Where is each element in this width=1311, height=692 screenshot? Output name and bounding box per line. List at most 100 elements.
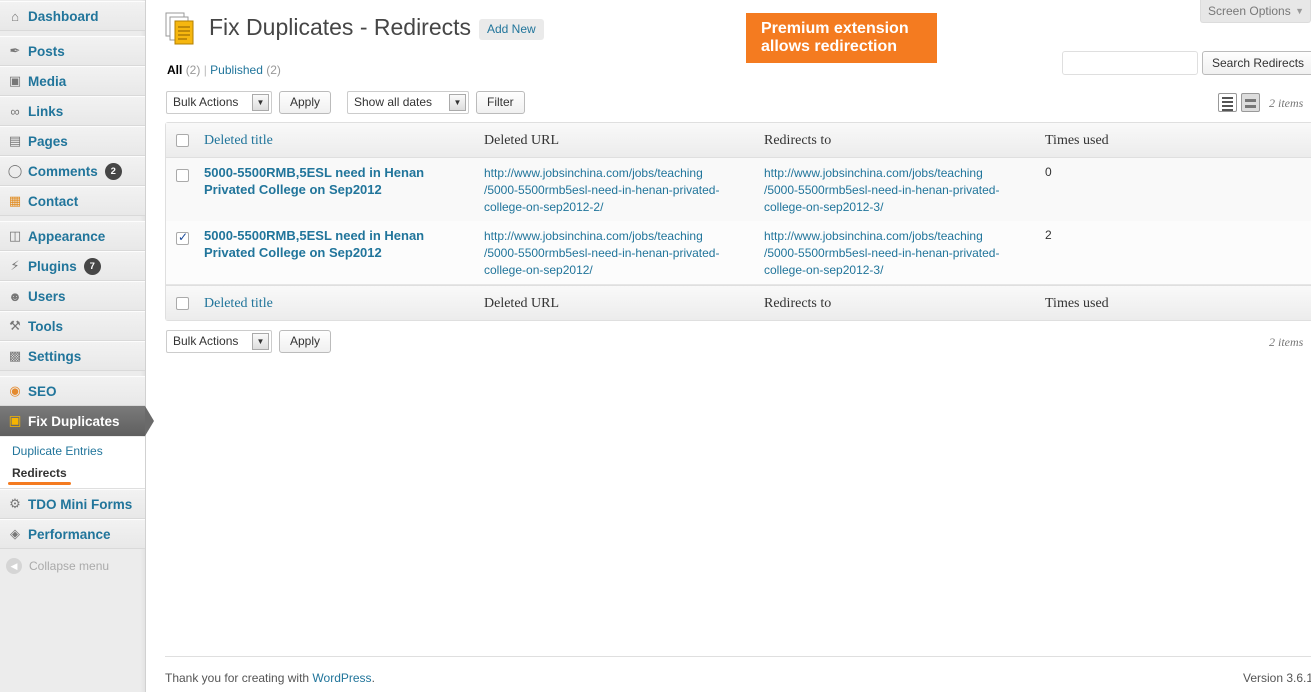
url-line: /5000-5500rmb5esl-need-in-henan-privated… [484,246,720,260]
column-header-redirects-to: Redirects to [764,133,832,148]
menu-item-label: Pages [28,133,68,149]
footer-divider [165,656,1311,657]
menu-item-links[interactable]: ∞ Links [0,96,145,126]
performance-icon: ◈ [10,526,20,541]
row-title-link[interactable]: 5000-5500RMB,5ESL need in Henan Privated… [204,227,454,261]
menu-item-label: Fix Duplicates [28,413,120,429]
menu-item-tools[interactable]: ⚒ Tools [0,311,145,341]
filter-button[interactable]: Filter [476,91,525,114]
menu-item-label: Users [28,288,66,304]
url-line: college-on-sep2012-2/ [484,200,604,214]
promo-line-1: Premium extension [761,20,909,37]
filter-published[interactable]: Published [210,63,263,77]
search-input[interactable] [1062,51,1198,75]
gear-icon: ⚙ [9,496,21,511]
footer-thanks-text: Thank you for creating with [165,671,310,685]
excerpt-view-icon[interactable] [1241,93,1260,112]
chevron-down-icon: ▼ [449,94,466,111]
column-header-deleted-title[interactable]: Deleted title [204,133,273,149]
row-title-line: 5000-5500RMB,5ESL need in Henan [204,165,425,180]
column-header-deleted-url: Deleted URL [484,133,560,148]
times-used-value: 0 [1045,165,1052,179]
url-line: college-on-sep2012-3/ [764,200,884,214]
menu-item-label: SEO [28,383,57,399]
menu-item-tdo-mini-forms[interactable]: ⚙ TDO Mini Forms [0,489,145,519]
deleted-url-link[interactable]: http://www.jobsinchina.com/jobs/teaching… [484,165,744,216]
pages-icon: ▤ [8,133,22,148]
menu-item-posts[interactable]: ✒ Posts [0,36,145,66]
row-title-link[interactable]: 5000-5500RMB,5ESL need in Henan Privated… [204,164,454,198]
table-row: 5000-5500RMB,5ESL need in Henan Privated… [166,221,1311,285]
bulk-actions-value: Bulk Actions [173,334,239,348]
search-redirects-button[interactable]: Search Redirects [1202,51,1311,75]
add-new-button[interactable]: Add New [479,19,544,40]
menu-item-label: Settings [28,348,82,364]
footer-version: Version 3.6.1 [1243,671,1311,685]
menu-item-seo[interactable]: ◉ SEO [0,376,145,406]
menu-item-pages[interactable]: ▤ Pages [0,126,145,156]
collapse-menu-button[interactable]: ◀ Collapse menu [6,558,109,574]
wordpress-link[interactable]: WordPress [312,671,371,685]
menu-item-performance[interactable]: ◈ Performance [0,519,145,549]
url-line: http://www.jobsinchina.com/jobs/teaching [764,166,983,180]
screen-options-button[interactable]: Screen Options ▼ [1200,0,1311,23]
menu-item-dashboard[interactable]: ⌂ Dashboard [0,1,145,31]
url-line: /5000-5500rmb5esl-need-in-henan-privated… [484,183,720,197]
bulk-actions-select-bottom[interactable]: Bulk Actions ▼ [166,330,272,353]
menu-item-appearance[interactable]: ◫ Appearance [0,221,145,251]
select-all-checkbox[interactable] [176,134,189,147]
row-title-line: 5000-5500RMB,5ESL need in Henan [204,228,425,243]
deleted-url-link[interactable]: http://www.jobsinchina.com/jobs/teaching… [484,228,744,279]
submenu-duplicate-entries[interactable]: Duplicate Entries [12,444,103,458]
items-count-top: 2 items [1269,96,1304,110]
menu-item-users[interactable]: ☻ Users [0,281,145,311]
url-line: college-on-sep2012/ [484,263,593,277]
url-line: /5000-5500rmb5esl-need-in-henan-privated… [764,246,1000,260]
menu-item-fix-duplicates[interactable]: ▣ Fix Duplicates [0,406,145,436]
times-used-value: 2 [1045,228,1052,242]
column-footer-deleted-title[interactable]: Deleted title [204,296,273,312]
row-title-line: Privated College on Sep2012 [204,245,382,260]
menu-item-label: Performance [28,526,111,542]
menu-item-media[interactable]: ▣ Media [0,66,145,96]
filter-separator: | [203,63,207,77]
dashboard-icon: ⌂ [11,8,19,24]
current-submenu-underline [8,482,71,485]
filter-all[interactable]: All [167,63,182,77]
menu-item-plugins[interactable]: ⚡ Plugins 7 [0,251,145,281]
url-line: http://www.jobsinchina.com/jobs/teaching [484,229,703,243]
menu-item-settings[interactable]: ▩ Settings [0,341,145,371]
select-all-checkbox-footer[interactable] [176,297,189,310]
date-filter-value: Show all dates [354,95,433,109]
row-checkbox[interactable] [176,169,189,182]
menu-item-contact[interactable]: ▦ Contact [0,186,145,216]
menu-item-comments[interactable]: ◯ Comments 2 [0,156,145,186]
apply-button-bottom[interactable]: Apply [279,330,332,353]
list-view-icon[interactable] [1218,93,1237,112]
url-line: /5000-5500rmb5esl-need-in-henan-privated… [764,183,1000,197]
premium-extension-banner: Premium extension allows redirection [746,13,937,63]
apply-button-top[interactable]: Apply [279,91,332,114]
table-header-row: Deleted title Deleted URL Redirects to T… [166,123,1311,158]
column-footer-times-used: Times used [1045,296,1109,311]
redirects-to-link[interactable]: http://www.jobsinchina.com/jobs/teaching… [764,228,1024,279]
menu-item-label: Links [28,103,64,119]
bulk-actions-select-top[interactable]: Bulk Actions ▼ [166,91,272,114]
redirects-to-link[interactable]: http://www.jobsinchina.com/jobs/teaching… [764,165,1024,216]
pushpin-icon: ✒ [9,43,21,58]
screen-options-label: Screen Options [1208,4,1291,18]
chevron-down-icon: ▼ [1295,6,1304,16]
row-checkbox[interactable] [176,230,189,245]
chevron-down-icon: ▼ [252,94,269,111]
submenu-redirects[interactable]: Redirects [12,466,67,480]
promo-line-2: allows redirection [761,38,898,55]
table-footer-row: Deleted title Deleted URL Redirects to T… [166,285,1311,320]
fix-duplicates-icon: ▣ [8,413,22,428]
collapse-menu-label: Collapse menu [29,559,110,573]
menu-item-label: Comments [28,163,98,179]
plug-icon: ⚡ [10,258,20,273]
footer-thanks-suffix: . [371,671,375,685]
date-filter-select[interactable]: Show all dates ▼ [347,91,469,114]
media-icon: ▣ [8,73,22,88]
contact-form-icon: ▦ [8,193,22,208]
